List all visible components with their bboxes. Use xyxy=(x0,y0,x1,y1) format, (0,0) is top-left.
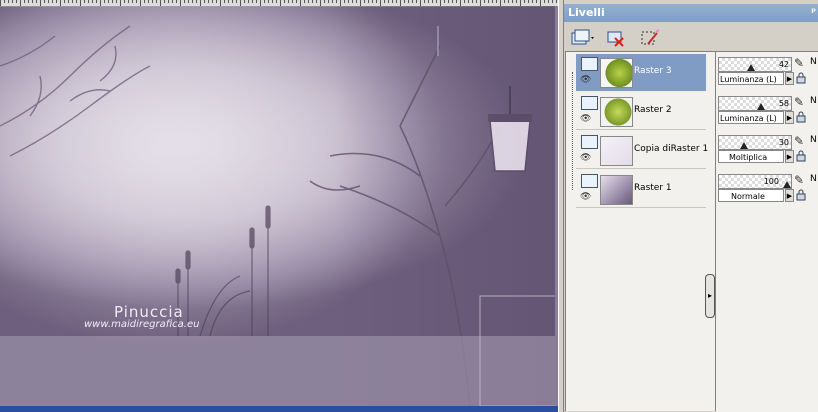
layer-properties-panel: 42 ✎ N Luminanza (L) ▶ 58 ✎ N Luminanza … xyxy=(716,51,818,412)
layer-name: Copia diRaster 1 xyxy=(634,144,709,154)
lock-icon[interactable] xyxy=(796,150,806,162)
edit-pen-icon[interactable]: ✎ xyxy=(794,174,804,187)
opacity-slider[interactable]: 30 xyxy=(718,135,792,150)
dropdown-arrow-icon[interactable]: ▶ xyxy=(785,72,794,85)
layer-props-raster-2: 58 ✎ N Luminanza (L) ▶ xyxy=(716,93,818,130)
layer-thumbnail xyxy=(600,58,633,88)
lock-icon[interactable] xyxy=(796,189,806,201)
raster-layer-icon xyxy=(581,57,598,71)
raster-layer-icon xyxy=(581,135,598,149)
layers-palette: Livelli ᵖ � xyxy=(564,0,818,412)
opacity-suffix: N xyxy=(810,174,817,184)
opacity-suffix: N xyxy=(810,96,817,106)
blend-mode-select[interactable]: Luminanza (L) xyxy=(718,111,784,124)
edit-pen-icon[interactable]: ✎ xyxy=(794,96,804,109)
opacity-suffix: N xyxy=(810,57,817,67)
opacity-slider[interactable]: 100 xyxy=(718,174,792,189)
lock-icon[interactable] xyxy=(796,72,806,84)
layer-row-raster-1[interactable]: 👁 Raster 1 xyxy=(576,171,706,208)
image-canvas[interactable]: Pinuccia www.maidiregrafica.eu xyxy=(0,0,558,412)
layer-props-copia-di-raster-1: 30 ✎ N Moltiplica ▶ xyxy=(716,132,818,169)
canvas-artwork xyxy=(0,6,558,406)
layer-row-copia-di-raster-1[interactable]: 👁 Copia diRaster 1 xyxy=(576,132,709,169)
visibility-eye-icon[interactable]: 👁 xyxy=(580,75,591,85)
delete-layer-button[interactable] xyxy=(604,26,628,50)
opacity-value: 30 xyxy=(778,138,789,147)
edit-pen-icon[interactable]: ✎ xyxy=(794,57,804,70)
watermark-url: www.maidiregrafica.eu xyxy=(84,319,200,330)
blend-mode-select[interactable]: Moltiplica xyxy=(718,150,784,163)
horizontal-scrollbar[interactable] xyxy=(0,406,558,412)
slider-knob[interactable] xyxy=(740,142,748,149)
blend-mode-select[interactable]: Luminanza (L) xyxy=(718,72,784,85)
raster-layer-icon xyxy=(581,96,598,110)
delete-layer-icon xyxy=(607,31,624,47)
dropdown-arrow-icon[interactable]: ▶ xyxy=(785,111,794,124)
palette-title: Livelli xyxy=(568,6,605,19)
opacity-slider[interactable]: 58 xyxy=(718,96,792,111)
layer-name: Raster 1 xyxy=(634,183,672,193)
layer-name: Raster 3 xyxy=(634,66,672,76)
layers-toolbar xyxy=(564,23,818,51)
raster-layer-icon xyxy=(581,174,598,188)
ground xyxy=(0,336,558,406)
blend-mode-select[interactable]: Normale xyxy=(718,189,784,202)
visibility-eye-icon[interactable]: 👁 xyxy=(580,192,591,202)
opacity-value: 42 xyxy=(778,60,789,69)
layer-thumbnail xyxy=(600,136,633,166)
slider-knob[interactable] xyxy=(757,103,765,110)
layer-row-raster-3[interactable]: 👁 Raster 3 xyxy=(576,54,706,91)
lock-icon[interactable] xyxy=(796,111,806,123)
visibility-eye-icon[interactable]: 👁 xyxy=(580,114,591,124)
opacity-value: 58 xyxy=(778,99,789,108)
new-layer-icon xyxy=(571,29,594,45)
watermark: Pinuccia www.maidiregrafica.eu xyxy=(84,303,199,330)
layer-props-raster-3: 42 ✎ N Luminanza (L) ▶ xyxy=(716,54,818,91)
opacity-suffix: N xyxy=(810,135,817,145)
edit-selection-button[interactable] xyxy=(638,26,662,50)
dropdown-arrow-icon[interactable]: ▶ xyxy=(785,150,794,163)
edit-pen-icon[interactable]: ✎ xyxy=(794,135,804,148)
slider-knob[interactable] xyxy=(783,181,791,188)
layer-thumbnail xyxy=(600,175,633,205)
new-layer-button[interactable] xyxy=(568,26,598,50)
slider-knob[interactable] xyxy=(747,64,755,71)
dropdown-arrow-icon[interactable]: ▶ xyxy=(785,189,794,202)
opacity-slider[interactable]: 42 xyxy=(718,57,792,72)
layer-thumbnail xyxy=(600,97,633,127)
layer-props-raster-1: 100 ✎ N Normale ▶ xyxy=(716,171,818,208)
layer-list: 👁 Raster 3 👁 Raster 2 👁 Copia diRaster 1… xyxy=(565,51,715,411)
layer-name: Raster 2 xyxy=(634,105,672,115)
edit-selection-icon xyxy=(641,29,660,45)
visibility-eye-icon[interactable]: 👁 xyxy=(580,153,591,163)
palette-titlebar[interactable]: Livelli ᵖ xyxy=(564,4,818,22)
layer-row-raster-2[interactable]: 👁 Raster 2 xyxy=(576,93,706,130)
opacity-value: 100 xyxy=(763,177,779,186)
collapse-handle[interactable]: ▸ xyxy=(705,274,715,318)
pin-icon[interactable]: ᵖ xyxy=(811,4,816,22)
